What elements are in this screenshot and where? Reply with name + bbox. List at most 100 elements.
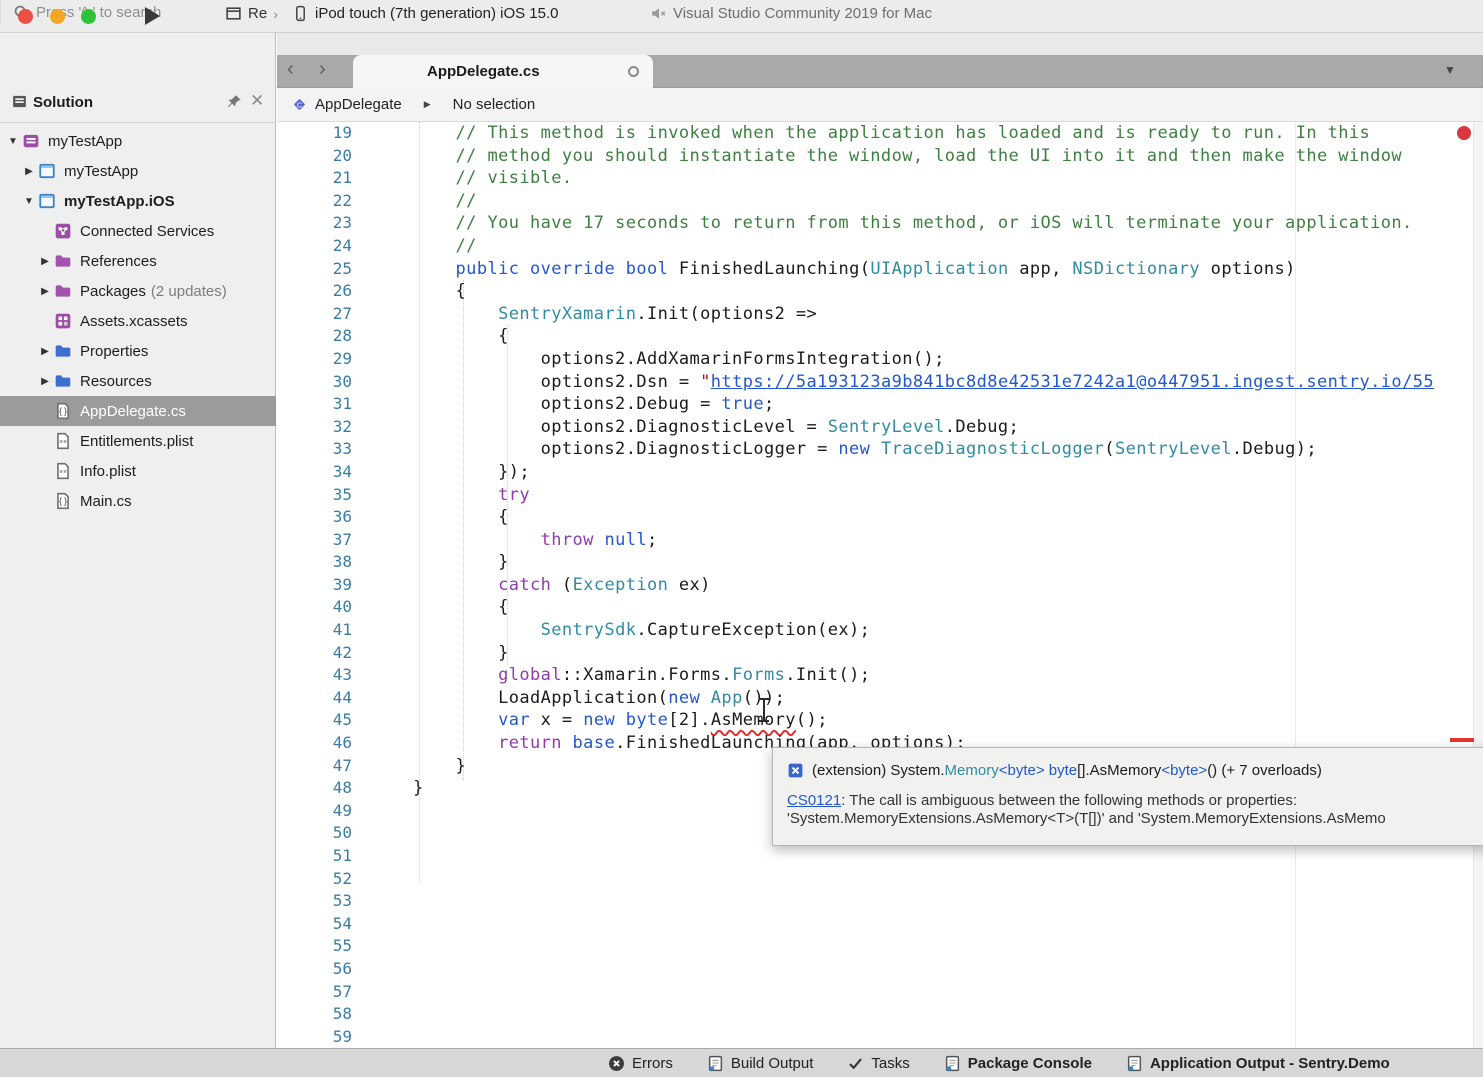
line-number[interactable]: 55 (277, 935, 352, 958)
dock-item-package-console[interactable]: Package Console (944, 1055, 1092, 1072)
line-number[interactable]: 46 (277, 732, 352, 755)
sidebar-item-packages[interactable]: ▶Packages(2 updates) (0, 276, 276, 306)
code-line-32[interactable]: 32 options2.DiagnosticLevel = SentryLeve… (277, 416, 1483, 439)
code-line-45[interactable]: 45 var x = new byte[2].AsMemory(); (277, 709, 1483, 732)
code-editor[interactable]: 19 // This method is invoked when the ap… (277, 122, 1483, 1048)
line-number[interactable]: 48 (277, 777, 352, 800)
code-text[interactable]: options2.Debug = true; (413, 393, 775, 416)
code-text[interactable]: { (413, 325, 509, 348)
line-number[interactable]: 40 (277, 596, 352, 619)
code-text[interactable]: options2.DiagnosticLevel = SentryLevel.D… (413, 416, 1019, 439)
sidebar-item-info-plist[interactable]: Info.plist (0, 456, 276, 486)
line-number[interactable]: 22 (277, 190, 352, 213)
line-number[interactable]: 50 (277, 822, 352, 845)
sidebar-item-assets-xcassets[interactable]: Assets.xcassets (0, 306, 276, 336)
line-number[interactable]: 32 (277, 416, 352, 439)
dsn-url-link[interactable]: https://5a193123a9b841bc8d8e42531e7242a1… (711, 372, 1434, 392)
tab-appdelegate[interactable]: AppDelegate.cs (353, 55, 653, 88)
zoom-window-button[interactable] (81, 9, 96, 24)
code-text[interactable]: options2.Dsn = "https://5a193123a9b841bc… (413, 371, 1434, 394)
navigate-back-button[interactable]: ‹ (287, 58, 294, 81)
code-line-53[interactable]: 53 (277, 890, 1483, 913)
code-line-33[interactable]: 33 options2.DiagnosticLogger = new Trace… (277, 438, 1483, 461)
line-number[interactable]: 53 (277, 890, 352, 913)
dock-item-application-output-sentry-demo[interactable]: Application Output - Sentry.Demo (1126, 1055, 1390, 1072)
line-number[interactable]: 33 (277, 438, 352, 461)
line-number[interactable]: 24 (277, 235, 352, 258)
code-text[interactable]: public override bool FinishedLaunching(U… (413, 258, 1296, 281)
build-configuration-selector[interactable]: Re › (225, 5, 278, 22)
code-text[interactable]: } (413, 551, 509, 574)
code-line-39[interactable]: 39 catch (Exception ex) (277, 574, 1483, 597)
expand-arrow-icon[interactable]: ▶ (38, 346, 52, 357)
line-number[interactable]: 26 (277, 280, 352, 303)
code-line-29[interactable]: 29 options2.AddXamarinFormsIntegration()… (277, 348, 1483, 371)
code-line-35[interactable]: 35 try (277, 484, 1483, 507)
sidebar-item-main-cs[interactable]: {}Main.cs (0, 486, 276, 516)
code-text[interactable]: try (413, 484, 530, 507)
device-selector[interactable]: iPod touch (7th generation) iOS 15.0 (292, 5, 559, 22)
code-text[interactable]: SentryXamarin.Init(options2 => (413, 303, 817, 326)
line-number[interactable]: 57 (277, 981, 352, 1004)
dock-item-tasks[interactable]: Tasks (847, 1055, 909, 1072)
code-text[interactable]: }); (413, 461, 530, 484)
line-number[interactable]: 47 (277, 755, 352, 778)
code-line-37[interactable]: 37 throw null; (277, 529, 1483, 552)
line-number[interactable]: 43 (277, 664, 352, 687)
expand-arrow-icon[interactable]: ▶ (22, 166, 36, 177)
line-number[interactable]: 39 (277, 574, 352, 597)
minimize-window-button[interactable] (50, 9, 65, 24)
code-line-25[interactable]: 25 public override bool FinishedLaunchin… (277, 258, 1483, 281)
line-number[interactable]: 31 (277, 393, 352, 416)
code-text[interactable]: } (413, 755, 466, 778)
line-number[interactable]: 45 (277, 709, 352, 732)
sidebar-item-resources[interactable]: ▶Resources (0, 366, 276, 396)
code-text[interactable]: { (413, 506, 509, 529)
sidebar-item-appdelegate-cs[interactable]: {}AppDelegate.cs (0, 396, 276, 426)
code-line-30[interactable]: 30 options2.Dsn = "https://5a193123a9b84… (277, 371, 1483, 394)
code-line-55[interactable]: 55 (277, 935, 1483, 958)
line-number[interactable]: 37 (277, 529, 352, 552)
code-text[interactable]: global::Xamarin.Forms.Forms.Init(); (413, 664, 870, 687)
line-number[interactable]: 56 (277, 958, 352, 981)
line-number[interactable]: 19 (277, 122, 352, 145)
code-text[interactable]: // This method is invoked when the appli… (413, 122, 1370, 145)
line-number[interactable]: 54 (277, 913, 352, 936)
code-text[interactable]: { (413, 596, 509, 619)
code-text[interactable]: } (413, 777, 424, 800)
code-text[interactable]: options2.DiagnosticLogger = new TraceDia… (413, 438, 1317, 461)
code-line-59[interactable]: 59 (277, 1026, 1483, 1048)
line-number[interactable]: 30 (277, 371, 352, 394)
line-number[interactable]: 41 (277, 619, 352, 642)
code-line-51[interactable]: 51 (277, 845, 1483, 868)
sidebar-item-mytestapp[interactable]: ▶myTestApp (0, 156, 276, 186)
line-number[interactable]: 58 (277, 1003, 352, 1026)
tab-list-dropdown-icon[interactable]: ▼ (1444, 63, 1456, 77)
code-text[interactable]: } (413, 642, 509, 665)
code-line-31[interactable]: 31 options2.Debug = true; (277, 393, 1483, 416)
collapse-arrow-icon[interactable]: ▼ (6, 136, 20, 147)
line-number[interactable]: 35 (277, 484, 352, 507)
line-number[interactable]: 59 (277, 1026, 352, 1048)
code-text[interactable]: LoadApplication(new App()); (413, 687, 785, 710)
run-button[interactable] (145, 7, 160, 25)
code-line-56[interactable]: 56 (277, 958, 1483, 981)
code-line-28[interactable]: 28 { (277, 325, 1483, 348)
line-number[interactable]: 38 (277, 551, 352, 574)
code-text[interactable]: // (413, 190, 477, 213)
code-text[interactable]: SentrySdk.CaptureException(ex); (413, 619, 870, 642)
code-text[interactable]: // (413, 235, 477, 258)
line-number[interactable]: 36 (277, 506, 352, 529)
code-line-38[interactable]: 38 } (277, 551, 1483, 574)
sidebar-item-properties[interactable]: ▶Properties (0, 336, 276, 366)
close-pad-icon[interactable]: ✕ (250, 91, 264, 111)
close-window-button[interactable] (18, 9, 33, 24)
code-text[interactable]: throw null; (413, 529, 658, 552)
dock-item-build-output[interactable]: Build Output (707, 1055, 814, 1072)
line-number[interactable]: 49 (277, 800, 352, 823)
code-line-23[interactable]: 23 // You have 17 seconds to return from… (277, 212, 1483, 235)
navigate-forward-button[interactable]: › (319, 58, 326, 81)
code-line-26[interactable]: 26 { (277, 280, 1483, 303)
line-number[interactable]: 21 (277, 167, 352, 190)
line-number[interactable]: 42 (277, 642, 352, 665)
